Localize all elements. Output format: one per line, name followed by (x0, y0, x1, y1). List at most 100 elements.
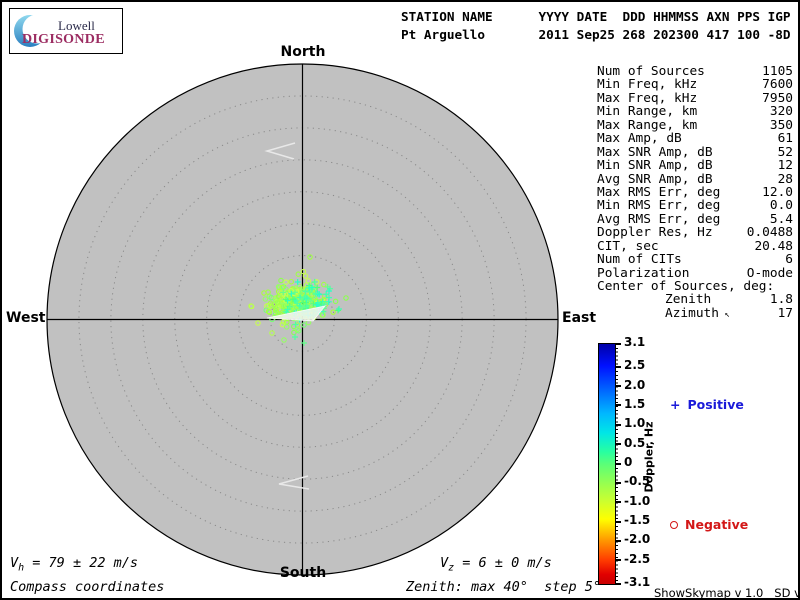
stat-label: CIT, sec (597, 240, 659, 253)
colorbar-major-tick (615, 385, 621, 387)
stat-value: 7950 (762, 92, 793, 105)
stat-label: Max Freq, kHz (597, 92, 697, 105)
stat-label: Num of Sources (597, 65, 705, 78)
showskymap-window: Lowell DIGISONDE STATION NAME YYYY DATE … (0, 0, 800, 600)
stat-row: Min SNR Amp, dB 12 (597, 159, 793, 172)
vertical-velocity-readout: Vz = 6 ± 0 m/s (440, 555, 552, 574)
compass-label-north: North (273, 44, 333, 60)
stat-label: Polarization (597, 267, 689, 280)
legend-negative: Negative (670, 517, 748, 532)
stat-row: Doppler Res, Hz 0.0488 (597, 226, 793, 239)
stat-label: Max SNR Amp, dB (597, 146, 713, 159)
stat-row: Max SNR Amp, dB 52 (597, 146, 793, 159)
compass-label-west: West (6, 310, 43, 326)
colorbar-tick-label: -2.0 (624, 532, 650, 546)
stat-label: Center of Sources, deg: (597, 280, 774, 293)
colorbar-tick-label: 3.1 (624, 335, 645, 349)
compass-label-south: South (273, 565, 333, 581)
stats-panel: Num of Sources1105Min Freq, kHz7600Max F… (597, 65, 793, 320)
stat-row: Min Range, km 320 (597, 105, 793, 118)
stat-row: Avg SNR Amp, dB 28 (597, 173, 793, 186)
stat-value: 7600 (762, 78, 793, 91)
colorbar-tick-label: 0 (624, 455, 632, 469)
colorbar-major-tick (615, 463, 621, 465)
stat-row: Zenith 1.8 (597, 293, 793, 306)
colorbar-major-tick (615, 559, 621, 561)
colorbar-tick-label: -1.0 (624, 494, 650, 508)
stat-row: Polarization O-mode (597, 267, 793, 280)
colorbar-major-tick (615, 583, 621, 585)
stat-label: Zenith (597, 293, 711, 306)
stat-value: 5.4 (770, 213, 793, 226)
stat-row: Max Freq, kHz 7950 (597, 92, 793, 105)
stat-row: Max Range, km 350 (597, 119, 793, 132)
legend-positive-label: Positive (687, 397, 743, 412)
doppler-colorbar: 3.12.52.01.51.00.50-0.5-1.0-1.5-2.0-2.5-… (598, 343, 798, 585)
stat-row: Azimuth ↖ 17 (597, 307, 793, 320)
stat-value: O-mode (747, 267, 793, 280)
stat-value: 6 (785, 253, 793, 266)
stat-value: 1105 (762, 65, 793, 78)
stat-label: Avg SNR Amp, dB (597, 173, 713, 186)
colorbar-tick-label: -3.1 (624, 575, 650, 589)
stat-row: Max Amp, dB 61 (597, 132, 793, 145)
stat-row: Max RMS Err, deg 12.0 (597, 186, 793, 199)
stat-row: Num of Sources 1105 (597, 65, 793, 78)
colorbar-major-tick (615, 501, 621, 503)
colorbar-tick-label: -2.5 (624, 552, 650, 566)
colorbar-tick-label: 2.5 (624, 358, 645, 372)
colorbar-major-tick (615, 443, 621, 445)
stat-label: Max Amp, dB (597, 132, 682, 145)
legend-negative-label: Negative (685, 517, 748, 532)
stat-value: 0.0488 (747, 226, 793, 239)
stat-row: Min Freq, kHz 7600 (597, 78, 793, 91)
colorbar-axis-label: Doppler, Hz (643, 421, 656, 492)
software-version: ShowSkymap v 1.0 SD v 5.0 (654, 586, 800, 600)
stat-label: Avg RMS Err, deg (597, 213, 720, 226)
stat-label: Doppler Res, Hz (597, 226, 713, 239)
azimuth-direction-icon: ↖ (719, 310, 730, 320)
zenith-range-note: Zenith: max 40° step 5° (406, 579, 601, 595)
colorbar-tick-label: 1.5 (624, 397, 645, 411)
stat-value: 12.0 (762, 186, 793, 199)
legend-positive: + Positive (670, 397, 744, 412)
coordinate-system-note: Compass coordinates (10, 579, 164, 595)
stat-value: 1.8 (770, 293, 793, 306)
colorbar-major-tick (615, 343, 621, 345)
stat-row: Num of CITs 6 (597, 253, 793, 266)
stat-label: Azimuth ↖ (597, 307, 730, 320)
stat-value: 0.0 (770, 199, 793, 212)
stat-value: 28 (778, 173, 793, 186)
stat-value: 12 (778, 159, 793, 172)
stat-row: Center of Sources, deg: (597, 280, 793, 293)
stat-label: Min Range, km (597, 105, 697, 118)
stat-value: 61 (778, 132, 793, 145)
stat-value: 52 (778, 146, 793, 159)
horizontal-velocity-readout: Vh = 79 ± 22 m/s (10, 555, 138, 574)
compass-label-east: East (562, 310, 596, 326)
stat-label: Num of CITs (597, 253, 682, 266)
colorbar-major-tick (615, 424, 621, 426)
stat-value: 17 (778, 307, 793, 320)
colorbar-major-tick (615, 521, 621, 523)
stat-row: Min RMS Err, deg 0.0 (597, 199, 793, 212)
stat-label: Min Freq, kHz (597, 78, 697, 91)
stat-label: Max RMS Err, deg (597, 186, 720, 199)
stat-row: Avg RMS Err, deg 5.4 (597, 213, 793, 226)
stat-row: CIT, sec 20.48 (597, 240, 793, 253)
colorbar-major-tick (615, 482, 621, 484)
stat-label: Min RMS Err, deg (597, 199, 720, 212)
colorbar-major-tick (615, 404, 621, 406)
stat-value: 320 (770, 105, 793, 118)
stat-value: 20.48 (754, 240, 793, 253)
plus-marker-icon: + (670, 397, 680, 412)
colorbar-major-tick (615, 366, 621, 368)
colorbar-tick-label: 2.0 (624, 378, 645, 392)
stat-label: Max Range, km (597, 119, 697, 132)
stat-label: Min SNR Amp, dB (597, 159, 713, 172)
circle-marker-icon (670, 521, 678, 529)
stat-value: 350 (770, 119, 793, 132)
colorbar-tick-label: -1.5 (624, 513, 650, 527)
colorbar-gradient (598, 343, 616, 585)
colorbar-major-tick (615, 540, 621, 542)
